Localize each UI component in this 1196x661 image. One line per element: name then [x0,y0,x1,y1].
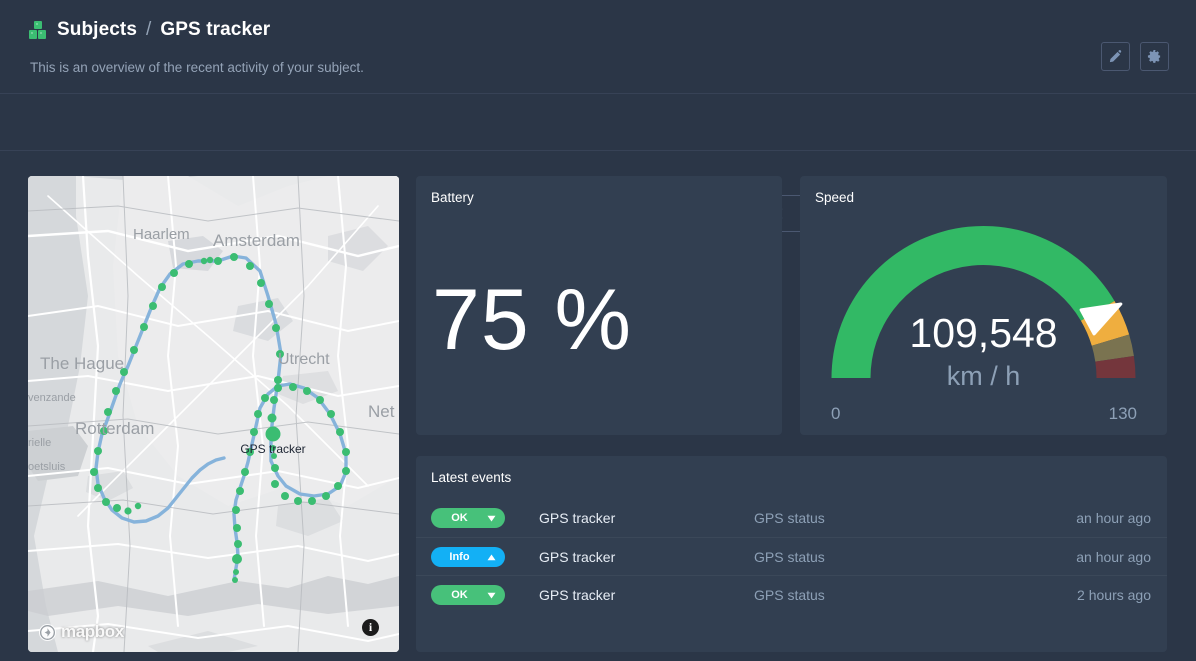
event-timestamp: an hour ago [1076,510,1151,526]
event-severity-label: Info [431,551,488,563]
triangle-up-icon [487,554,496,561]
breadcrumb: Subjects / GPS tracker [28,19,270,41]
event-severity-label: OK [431,512,488,524]
info-icon[interactable]: i [362,619,379,636]
map-marker-label: GPS tracker [240,442,305,456]
map-canvas[interactable]: Haarlem Amsterdam The Hague Utrecht Net venza… [28,176,399,652]
event-subject-name[interactable]: GPS tracker [539,510,754,526]
mapbox-logo-icon [38,623,57,642]
speed-gauge: 109,548 km / h 0 130 [800,208,1167,433]
map-place-label: Haarlem [133,226,190,243]
map-place-label: venzande [28,392,76,404]
breadcrumb-separator: / [146,19,151,41]
map-place-label: Amsterdam [213,231,300,250]
map-place-label: Rotterdam [75,419,154,438]
event-severity-badge[interactable]: OK [431,508,505,528]
map-place-label: The Hague [40,354,124,373]
battery-card-title: Battery [431,190,474,205]
settings-button[interactable] [1140,42,1169,71]
speed-card: Speed 109,548 km / h 0 130 [800,176,1167,435]
speed-unit: km / h [800,361,1167,392]
triangle-down-icon [487,592,496,599]
breadcrumb-root[interactable]: Subjects [57,19,137,41]
map-place-label: oetsluis [28,461,66,473]
event-subject-name[interactable]: GPS tracker [539,587,754,603]
event-type: GPS status [754,510,1076,526]
speed-card-title: Speed [815,190,854,205]
events-list: OKGPS trackerGPS statusan hour agoInfoGP… [416,499,1167,613]
event-severity-badge[interactable]: Info [431,547,505,567]
event-row[interactable]: Info GPS trackerGPS statusan hour ago [416,537,1167,575]
breadcrumb-current: GPS tracker [160,19,270,41]
edit-button[interactable] [1101,42,1130,71]
map-place-label: rielle [28,437,51,449]
speed-value: 109,548 [800,310,1167,357]
page-subtitle: This is an overview of the recent activi… [30,60,364,75]
map-place-label: Utrecht [278,351,330,368]
triangle-down-icon [487,515,496,522]
gear-icon [1147,49,1162,64]
map-card[interactable]: Haarlem Amsterdam The Hague Utrecht Net venza… [28,176,399,652]
map-place-label: Net [368,402,395,421]
latest-events-card: Latest events OKGPS trackerGPS statusan … [416,456,1167,652]
battery-value: 75 % [432,277,632,363]
event-timestamp: an hour ago [1076,549,1151,565]
event-timestamp: 2 hours ago [1077,587,1151,603]
event-severity-badge[interactable]: OK [431,585,505,605]
mapbox-wordmark: mapbox [61,622,124,642]
pencil-icon [1108,49,1123,64]
mapbox-attribution[interactable]: mapbox [38,621,124,643]
event-subject-name[interactable]: GPS tracker [539,549,754,565]
event-row[interactable]: OK GPS trackerGPS status2 hours ago [416,575,1167,613]
latest-events-title: Latest events [431,470,511,485]
page-header: Subjects / GPS tracker This is an overvi… [0,0,1196,94]
toolbar: Past day Aggregation period: 30 minutes [0,94,1196,151]
event-severity-label: OK [431,589,488,601]
subjects-blocks-icon [28,20,48,40]
gauge-min-label: 0 [831,404,840,424]
gauge-max-label: 130 [1109,404,1137,424]
battery-card: Battery 75 % [416,176,782,435]
header-actions [1101,42,1169,71]
app-root: Subjects / GPS tracker This is an overvi… [0,0,1196,661]
event-type: GPS status [754,549,1076,565]
event-row[interactable]: OK GPS trackerGPS statusan hour ago [416,499,1167,537]
event-type: GPS status [754,587,1077,603]
